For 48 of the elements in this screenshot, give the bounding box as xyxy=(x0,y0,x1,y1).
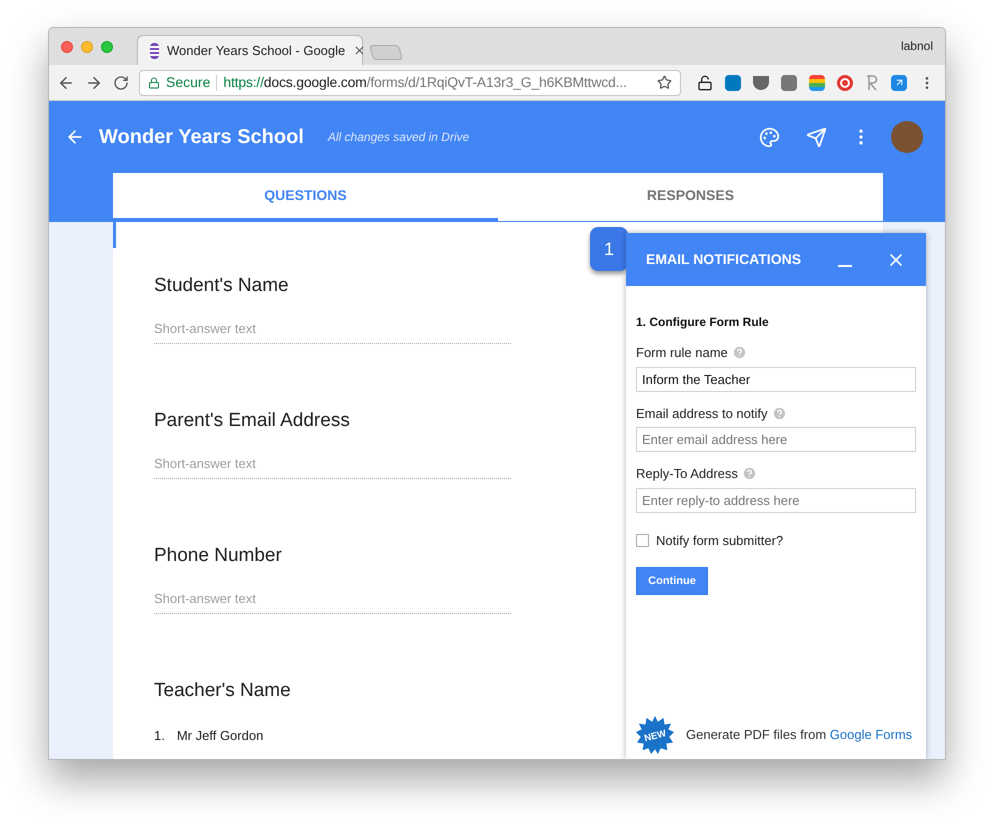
zoom-window-icon[interactable] xyxy=(101,41,113,53)
question-title: Phone Number xyxy=(154,544,282,568)
question-title: Teacher's Name xyxy=(154,679,291,703)
question-title: Student's Name xyxy=(154,274,289,298)
url-text: https://docs.google.com/forms/d/1RqiQvT-A13r3_G_h6KBMttwcd... xyxy=(223,73,627,92)
checkbox[interactable] xyxy=(636,534,649,547)
input-field[interactable]: Enter reply-to address here xyxy=(636,488,916,512)
new-badge-icon: NEW xyxy=(636,716,674,754)
bookmark-star-icon[interactable] xyxy=(657,75,672,90)
unlock-icon[interactable] xyxy=(697,74,713,90)
reload-icon[interactable] xyxy=(113,74,129,90)
form-title: Wonder Years School xyxy=(99,125,304,150)
serif-letter-icon[interactable] xyxy=(865,74,879,90)
secure-label: Secure xyxy=(166,73,210,92)
circle-extension-icon[interactable] xyxy=(837,74,853,90)
field-label: Form rule name xyxy=(636,344,728,362)
step-badge: 1 xyxy=(590,227,628,271)
short-answer-field[interactable]: Short-answer text xyxy=(154,454,511,478)
section-heading: 1. Configure Form Rule xyxy=(636,314,770,331)
input-field[interactable]: Enter email address here xyxy=(636,427,916,452)
input-field[interactable]: Inform the Teacher xyxy=(636,366,916,392)
question-title: Parent's Email Address xyxy=(154,409,350,433)
avatar[interactable] xyxy=(891,121,923,153)
browser-tab[interactable]: Wonder Years School - Google xyxy=(137,35,363,65)
option-label: Mr Jeff Gordon xyxy=(176,727,264,745)
save-status: All changes saved in Drive xyxy=(328,129,470,146)
panel-title: EMAIL NOTIFICATIONS xyxy=(646,250,802,269)
profile-name[interactable]: labnol xyxy=(900,37,933,55)
send-icon[interactable] xyxy=(806,126,827,148)
close-tab-icon[interactable] xyxy=(353,44,366,57)
tab-title: Wonder Years School - Google xyxy=(167,42,346,60)
address-bar[interactable]: Secure https://docs.google.com/forms/d/1RqiQvT-A13r3_G_h6KBMttwcd... xyxy=(139,70,681,96)
close-window-icon[interactable] xyxy=(61,41,73,53)
short-answer-field[interactable]: Short-answer text xyxy=(154,319,511,344)
tab[interactable]: RESPONSES xyxy=(498,173,883,221)
arrow-extension-icon[interactable] xyxy=(891,74,907,90)
checkbox-label: Notify form submitter? xyxy=(656,532,784,550)
google-forms-link[interactable]: Google Forms xyxy=(830,727,912,742)
short-answer-field[interactable]: Short-answer text xyxy=(154,589,511,614)
stripes-extension-icon[interactable] xyxy=(809,74,825,90)
option-number: 1. xyxy=(154,727,165,745)
palette-icon[interactable] xyxy=(759,126,780,148)
field-label: Reply-To Address xyxy=(636,465,738,483)
lock-icon xyxy=(148,76,160,88)
continue-button[interactable]: Continue xyxy=(636,567,708,595)
promo-text: Generate PDF files from Google Forms xyxy=(686,726,912,744)
minimize-icon[interactable] xyxy=(838,264,852,266)
field-label: Email address to notify xyxy=(636,404,768,423)
